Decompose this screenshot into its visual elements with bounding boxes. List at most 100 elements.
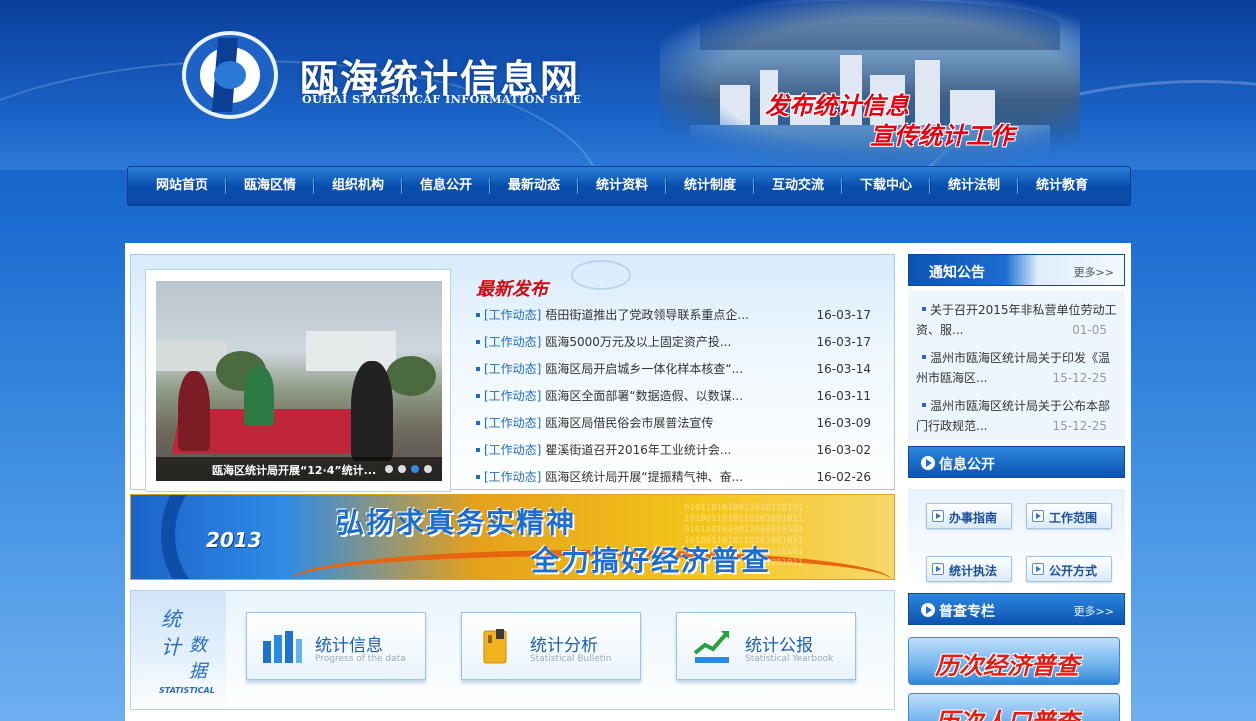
statistical-analysis-button[interactable]: 统计分析 Statistical Bulletin	[461, 612, 641, 680]
nav-statistical-law[interactable]: 统计法制	[930, 166, 1018, 206]
info-disclosure-header: 信息公开	[908, 446, 1125, 478]
bullet-icon	[476, 447, 480, 452]
button-title: 统计信息	[315, 636, 383, 656]
news-title[interactable]: 瞿溪街道召开2016年工业统计会...	[545, 441, 811, 458]
disclosure-method-button[interactable]: 公开方式	[1026, 556, 1112, 582]
statistical-data-label: 统 计 数 据 STATISTICAL	[131, 591, 226, 709]
work-scope-button[interactable]: 工作范围	[1026, 503, 1112, 529]
button-label: 公开方式	[1049, 564, 1098, 578]
label-char: 计	[161, 635, 181, 659]
slide-dot[interactable]	[424, 465, 432, 473]
slide-dot-active[interactable]	[411, 465, 419, 473]
statistical-bulletin-button[interactable]: 统计公报 Statistical Yearbook	[676, 612, 856, 680]
news-tag[interactable]: [工作动态]	[484, 360, 541, 377]
news-date: 16-03-17	[816, 307, 871, 322]
news-title[interactable]: 瓯海区局借民俗会市展普法宣传	[545, 414, 811, 431]
arrow-icon	[1032, 510, 1044, 522]
slideshow-photo[interactable]: 瓯海区统计局开展“12·4”统计...	[156, 281, 442, 481]
list-item[interactable]: [工作动态] 梧田街道推出了党政领导联系重点企... 16-03-17	[476, 301, 886, 328]
guide-button[interactable]: 办事指南	[926, 503, 1012, 529]
news-date: 16-03-11	[816, 388, 871, 403]
statistical-info-button[interactable]: 统计信息 Progress of the data	[246, 612, 426, 680]
site-logo[interactable]	[180, 28, 280, 122]
info-disclosure-title: 信息公开	[939, 457, 995, 473]
census-title: 普查专栏	[939, 604, 995, 620]
news-title[interactable]: 瓯海区统计局开展“提振精气神、奋...	[545, 468, 811, 485]
notice-list: 关于召开2015年非私营单位劳动工资、服... 01-05 温州市瓯海区统计局关于…	[908, 290, 1125, 440]
nav-organization[interactable]: 组织机构	[314, 166, 402, 206]
latest-news-list: [工作动态] 梧田街道推出了党政领导联系重点企... 16-03-17 [工作动态]…	[476, 301, 886, 490]
news-title[interactable]: 梧田街道推出了党政领导联系重点企...	[545, 306, 811, 323]
nav-home[interactable]: 网站首页	[138, 166, 226, 206]
bullet-icon	[476, 474, 480, 479]
list-item[interactable]: 温州市瓯海区统计局关于印发《温州市瓯海区... 15-12-25	[916, 348, 1117, 388]
nav-statistical-education[interactable]: 统计教育	[1018, 166, 1106, 206]
circle-arrow-icon	[921, 603, 935, 617]
news-tag[interactable]: [工作动态]	[484, 306, 541, 323]
arrow-icon	[932, 563, 944, 575]
economic-census-banner[interactable]: 2013 0101101010011010110101 101001101011…	[130, 494, 895, 580]
nav-statistical-data[interactable]: 统计资料	[578, 166, 666, 206]
news-tag[interactable]: [工作动态]	[484, 387, 541, 404]
list-item[interactable]: [工作动态] 瓯海区全面部署“数据造假、以数谋... 16-03-11	[476, 382, 886, 409]
news-tag[interactable]: [工作动态]	[484, 441, 541, 458]
label-char: 统	[161, 607, 181, 631]
slide-dot[interactable]	[385, 465, 393, 473]
latest-news-box: 瓯海区统计局开展“12·4”统计... 最新发布 [工作动态] 梧田街道推出了党政…	[130, 254, 895, 492]
news-date: 16-03-09	[816, 415, 871, 430]
slideshow: 瓯海区统计局开展“12·4”统计...	[145, 269, 451, 492]
list-item[interactable]: [工作动态] 瓯海区局借民俗会市展普法宣传 16-03-09	[476, 409, 886, 436]
notice-more-link[interactable]: 更多>>	[1074, 264, 1114, 280]
news-date: 16-03-17	[816, 334, 871, 349]
nav-downloads[interactable]: 下载中心	[842, 166, 930, 206]
nav-interaction[interactable]: 互动交流	[754, 166, 842, 206]
economic-census-button[interactable]: 历次经济普查	[908, 637, 1120, 685]
bar-chart-icon	[263, 631, 302, 663]
list-item[interactable]: [工作动态] 瞿溪街道召开2016年工业统计会... 16-03-02	[476, 436, 886, 463]
bullet-icon	[476, 312, 480, 317]
label-char: 数	[189, 635, 207, 656]
notice-item-date: 15-12-25	[1052, 419, 1107, 433]
bullet-icon	[476, 393, 480, 398]
bullet-icon	[476, 420, 480, 425]
label-char: 据	[189, 661, 207, 682]
bullet-icon	[922, 355, 926, 359]
bullet-icon	[922, 403, 926, 407]
nav-latest-news[interactable]: 最新动态	[490, 166, 578, 206]
news-title[interactable]: 瓯海区局开启城乡一体化样本核查“...	[545, 360, 811, 377]
list-item[interactable]: [工作动态] 瓯海5000万元及以上固定资产投... 16-03-17	[476, 328, 886, 355]
news-tag[interactable]: [工作动态]	[484, 468, 541, 485]
slide-dot[interactable]	[398, 465, 406, 473]
news-date: 16-03-02	[816, 442, 871, 457]
nav-statistical-system[interactable]: 统计制度	[666, 166, 754, 206]
nav-district-info[interactable]: 瓯海区情	[226, 166, 314, 206]
slideshow-dots	[385, 465, 432, 473]
banner-line-1: 弘扬求真务实精神	[336, 506, 577, 539]
news-tag[interactable]: [工作动态]	[484, 333, 541, 350]
news-date: 16-03-14	[816, 361, 871, 376]
button-label: 办事指南	[949, 511, 998, 525]
list-item[interactable]: 关于召开2015年非私营单位劳动工资、服... 01-05	[916, 300, 1117, 340]
list-item[interactable]: [工作动态] 瓯海区局开启城乡一体化样本核查“... 16-03-14	[476, 355, 886, 382]
button-label: 工作范围	[1049, 511, 1098, 525]
notice-item-date: 01-05	[1072, 323, 1107, 337]
arrow-icon	[1032, 563, 1044, 575]
trend-chart-icon	[693, 631, 729, 663]
nav-info-disclosure[interactable]: 信息公开	[402, 166, 490, 206]
bullet-icon	[922, 307, 926, 311]
header-banner: 瓯海统计信息网 OUHAI STATISTICAF INFORMATION SI…	[0, 0, 1256, 170]
news-title[interactable]: 瓯海5000万元及以上固定资产投...	[545, 333, 811, 350]
news-tag[interactable]: [工作动态]	[484, 414, 541, 431]
notice-header: 通知公告 更多>>	[908, 254, 1125, 286]
button-label: 统计执法	[949, 564, 998, 578]
population-census-button[interactable]: 历次人口普查	[908, 693, 1120, 721]
list-item[interactable]: 温州市瓯海区统计局关于公布本部门行政规范... 15-12-25	[916, 396, 1117, 436]
list-item[interactable]: [工作动态] 瓯海区统计局开展“提振精气神、奋... 16-02-26	[476, 463, 886, 490]
census-more-link[interactable]: 更多>>	[1074, 603, 1114, 619]
news-date: 16-02-26	[816, 469, 871, 484]
slideshow-caption[interactable]: 瓯海区统计局开展“12·4”统计...	[212, 462, 376, 478]
statistical-data-section: 统 计 数 据 STATISTICAL 统计信息 Progress of the…	[130, 590, 895, 710]
decor-swirl	[571, 260, 631, 290]
news-title[interactable]: 瓯海区全面部署“数据造假、以数谋...	[545, 387, 811, 404]
law-enforcement-button[interactable]: 统计执法	[926, 556, 1012, 582]
